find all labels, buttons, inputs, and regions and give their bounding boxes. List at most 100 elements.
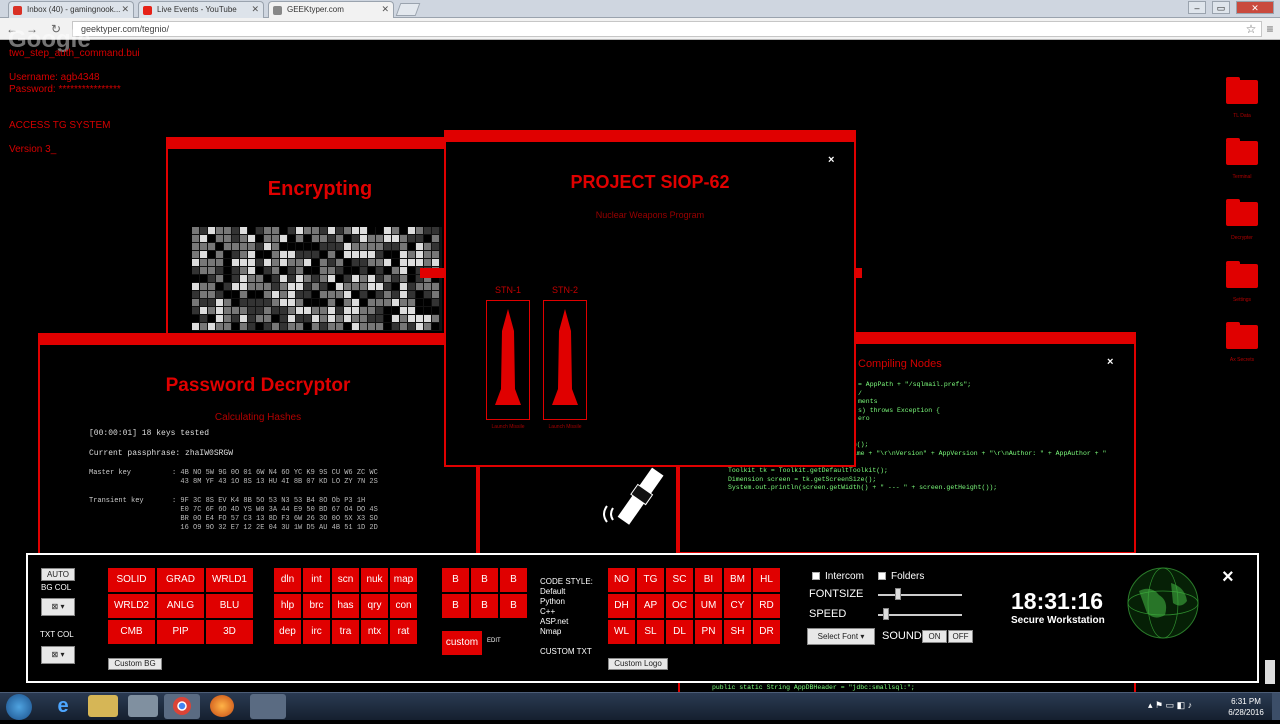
tab-gmail[interactable]: Inbox (40) - gamingnook... ✕ <box>8 1 134 18</box>
close-icon[interactable]: × <box>828 154 834 166</box>
close-window-button[interactable]: ✕ <box>1236 1 1274 14</box>
speed-slider-handle[interactable] <box>883 608 890 620</box>
media-player-icon[interactable] <box>128 695 158 717</box>
bookmark-star-icon[interactable]: ☆ <box>1243 21 1259 37</box>
mode-button[interactable]: qry <box>361 594 388 618</box>
b-button[interactable]: B <box>500 594 527 618</box>
code-style-option[interactable]: Python <box>540 597 565 606</box>
tray-icons[interactable]: ▴ ⚑ ▭ ◧ ♪ <box>1148 700 1192 711</box>
folder-icon[interactable] <box>1226 199 1258 226</box>
logo-button[interactable]: CY <box>724 594 751 618</box>
mode-button[interactable]: ntx <box>361 620 388 644</box>
code-style-option[interactable]: C++ <box>540 607 555 616</box>
fontsize-slider[interactable] <box>878 594 962 596</box>
theme-button[interactable]: WRLD1 <box>206 568 253 592</box>
mode-button[interactable]: dep <box>274 620 301 644</box>
theme-button[interactable]: GRAD <box>157 568 204 592</box>
custom-bg-button[interactable]: Custom BG <box>108 658 162 670</box>
logo-button[interactable]: OC <box>666 594 693 618</box>
close-tab-icon[interactable]: ✕ <box>251 4 259 15</box>
theme-button[interactable]: ANLG <box>157 594 204 618</box>
window-titlebar[interactable] <box>168 139 464 149</box>
mode-button[interactable]: nuk <box>361 568 388 592</box>
b-button[interactable]: B <box>471 594 498 618</box>
logo-button[interactable]: DL <box>666 620 693 644</box>
maximize-button[interactable]: ▭ <box>1212 1 1230 14</box>
logo-button[interactable]: NO <box>608 568 635 592</box>
sound-off-button[interactable]: OFF <box>948 630 973 643</box>
theme-button[interactable]: SOLID <box>108 568 155 592</box>
menu-icon[interactable]: ≡ <box>1262 21 1278 37</box>
folder-taskbar-button[interactable] <box>250 694 286 719</box>
start-button[interactable] <box>6 694 32 720</box>
theme-button[interactable]: BLU <box>206 594 253 618</box>
logo-button[interactable]: SC <box>666 568 693 592</box>
logo-button[interactable]: BI <box>695 568 722 592</box>
logo-button[interactable]: SH <box>724 620 751 644</box>
scrollbar[interactable] <box>1265 660 1275 684</box>
mode-button[interactable]: brc <box>303 594 330 618</box>
close-tab-icon[interactable]: ✕ <box>121 4 129 15</box>
theme-button[interactable]: WRLD2 <box>108 594 155 618</box>
logo-button[interactable]: AP <box>637 594 664 618</box>
code-style-option[interactable]: Nmap <box>540 627 561 636</box>
code-style-option[interactable]: ASP.net <box>540 617 568 626</box>
auto-button[interactable]: AUTO <box>41 568 75 581</box>
select-font-dropdown[interactable]: Select Font ▾ <box>807 628 875 645</box>
ie-icon[interactable]: e <box>48 695 78 717</box>
edit-link[interactable]: EDIT <box>487 638 501 644</box>
folders-checkbox[interactable] <box>878 572 886 580</box>
close-icon[interactable]: × <box>1107 356 1113 368</box>
logo-button[interactable]: SL <box>637 620 664 644</box>
code-style-option[interactable]: Default <box>540 587 565 596</box>
mode-button[interactable]: int <box>303 568 330 592</box>
logo-button[interactable]: TG <box>637 568 664 592</box>
mode-button[interactable]: irc <box>303 620 330 644</box>
custom-logo-button[interactable]: Custom Logo <box>608 658 668 670</box>
fontsize-slider-handle[interactable] <box>895 588 902 600</box>
launch-missile-2-button[interactable] <box>543 300 587 420</box>
close-control-panel-icon[interactable]: × <box>1222 566 1234 589</box>
mode-button[interactable]: scn <box>332 568 359 592</box>
bg-color-picker[interactable]: ⊠ ▾ <box>41 598 75 616</box>
logo-button[interactable]: HL <box>753 568 780 592</box>
txt-color-picker[interactable]: ⊠ ▾ <box>41 646 75 664</box>
mode-button[interactable]: hlp <box>274 594 301 618</box>
window-titlebar[interactable] <box>40 335 476 345</box>
logo-button[interactable]: WL <box>608 620 635 644</box>
custom-txt-button[interactable]: CUSTOM TXT <box>540 647 592 656</box>
logo-button[interactable]: RD <box>753 594 780 618</box>
folder-icon[interactable] <box>1226 261 1258 288</box>
logo-button[interactable]: PN <box>695 620 722 644</box>
theme-button[interactable]: CMB <box>108 620 155 644</box>
theme-button[interactable]: PIP <box>157 620 204 644</box>
b-button[interactable]: B <box>471 568 498 592</box>
logo-button[interactable]: BM <box>724 568 751 592</box>
speed-slider[interactable] <box>878 614 962 616</box>
show-desktop-button[interactable] <box>1272 693 1280 720</box>
b-button[interactable]: B <box>500 568 527 592</box>
mode-button[interactable]: rat <box>390 620 417 644</box>
chrome-taskbar-button[interactable] <box>164 694 200 719</box>
logo-button[interactable]: DH <box>608 594 635 618</box>
custom-button[interactable]: custom <box>442 631 482 655</box>
intercom-checkbox[interactable] <box>812 572 820 580</box>
folder-icon[interactable] <box>1226 322 1258 349</box>
firefox-icon[interactable] <box>210 695 234 717</box>
theme-button[interactable]: 3D <box>206 620 253 644</box>
b-button[interactable]: B <box>442 594 469 618</box>
close-tab-icon[interactable]: ✕ <box>381 4 389 15</box>
mode-button[interactable]: map <box>390 568 417 592</box>
sound-on-button[interactable]: ON <box>922 630 947 643</box>
minimize-button[interactable]: – <box>1188 1 1206 14</box>
tab-youtube[interactable]: Live Events - YouTube ✕ <box>138 1 264 18</box>
launch-missile-1-button[interactable] <box>486 300 530 420</box>
explorer-icon[interactable] <box>88 695 118 717</box>
window-titlebar[interactable] <box>446 132 854 142</box>
logo-button[interactable]: DR <box>753 620 780 644</box>
mode-button[interactable]: con <box>390 594 417 618</box>
b-button[interactable]: B <box>442 568 469 592</box>
mode-button[interactable]: dln <box>274 568 301 592</box>
tab-geektyper[interactable]: GEEKtyper.com ✕ <box>268 1 394 18</box>
url-input[interactable]: geektyper.com/tegnio/ <box>72 21 1262 37</box>
